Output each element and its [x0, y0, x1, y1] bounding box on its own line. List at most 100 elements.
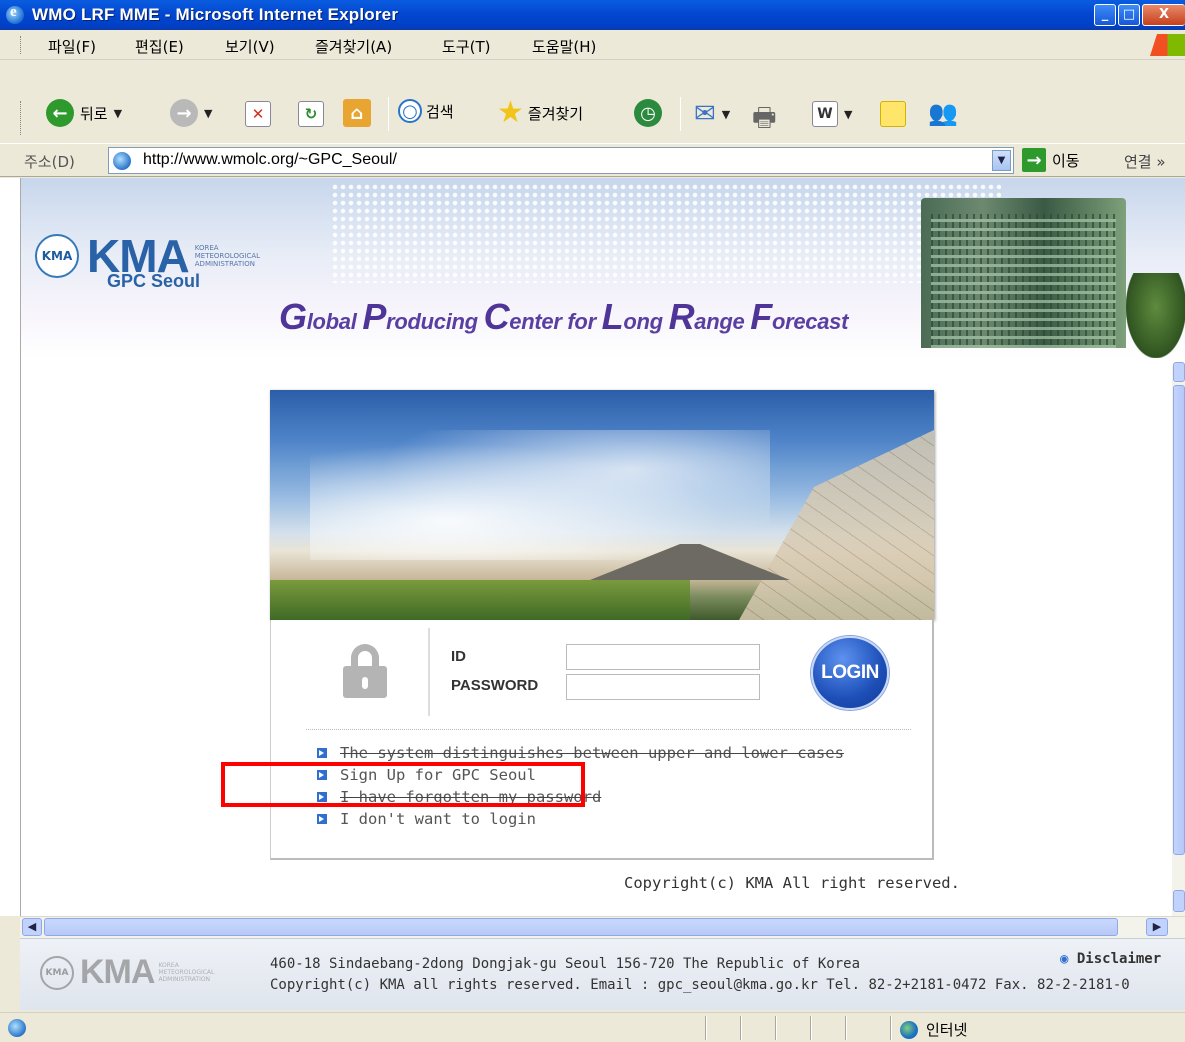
site-banner: KMA KMA KOREA METEOROLOGICAL ADMINISTRAT… [20, 178, 1185, 358]
window-title: WMO LRF MME - Microsoft Internet Explore… [32, 5, 399, 24]
page-status-icon [8, 1019, 26, 1037]
go-label: 이동 [1052, 151, 1080, 170]
toolbar-grip [20, 101, 23, 135]
password-label: PASSWORD [451, 677, 539, 694]
scroll-down-button[interactable] [1173, 890, 1185, 912]
world-map-dots [331, 183, 1001, 283]
menu-file[interactable]: 파일(F) [48, 36, 96, 57]
menu-view[interactable]: 보기(V) [225, 36, 275, 57]
signup-link[interactable]: Sign Up for GPC Seoul [317, 766, 536, 784]
status-separator [890, 1016, 892, 1040]
ie-icon [6, 4, 24, 24]
forgot-password-link[interactable]: I have forgotten my password [317, 788, 601, 806]
chevron-down-icon[interactable]: ▼ [204, 107, 212, 120]
scroll-left-button[interactable]: ◀ [22, 918, 42, 936]
page-copyright: Copyright(c) KMA All right reserved. [624, 874, 960, 892]
back-label: 뒤로 [80, 104, 108, 123]
security-zone: 인터넷 [900, 1019, 967, 1040]
go-arrow-icon: → [1022, 148, 1046, 172]
stop-button[interactable]: ✕ [245, 101, 271, 127]
password-input[interactable] [566, 674, 760, 700]
print-button[interactable]: 🖶 [752, 99, 777, 143]
menu-help[interactable]: 도움말(H) [532, 36, 596, 57]
footer-address: 460-18 Sindaebang-2dong Dongjak-gu Seoul… [270, 956, 861, 972]
scroll-up-button[interactable] [1173, 362, 1185, 382]
menu-bar: 파일(F) 편집(E) 보기(V) 즐겨찾기(A) 도구(T) 도움말(H) [0, 30, 1185, 60]
arrow-bullet-icon [317, 770, 327, 780]
close-button[interactable]: X [1142, 4, 1185, 26]
dotted-divider [306, 729, 911, 730]
notice-case-sensitive: The system distinguishes between upper a… [317, 744, 844, 762]
address-label: 주소(D) [24, 153, 75, 171]
messenger-icon: 👥 [928, 99, 958, 127]
edit-button[interactable]: W ▼ [812, 101, 852, 127]
site-footer: KMA KMA KOREA METEOROLOGICAL ADMINISTRAT… [20, 938, 1185, 1010]
messenger-note-button[interactable] [880, 101, 906, 127]
history-icon: ◷ [634, 99, 662, 127]
status-separator [705, 1016, 707, 1040]
favorites-label: 즐겨찾기 [527, 104, 584, 123]
chevron-down-icon[interactable]: ▼ [722, 108, 730, 121]
lock-icon [343, 644, 387, 698]
arrow-bullet-icon [317, 814, 327, 824]
horizontal-scroll-thumb[interactable] [44, 918, 1118, 936]
login-divider [428, 628, 430, 716]
menu-edit[interactable]: 편집(E) [135, 36, 184, 57]
menu-tools[interactable]: 도구(T) [442, 36, 490, 57]
chevron-down-icon[interactable]: ▼ [992, 150, 1011, 171]
id-input[interactable] [566, 644, 760, 670]
toolbar-separator [680, 97, 681, 131]
star-icon: ★ [497, 95, 524, 130]
back-button[interactable]: ← 뒤로 ▼ [46, 99, 122, 127]
address-field[interactable]: http://www.wmolc.org/~GPC_Seoul/ ▼ [108, 147, 1014, 174]
links-button[interactable]: 연결 » [1124, 151, 1166, 172]
go-button[interactable]: → 이동 [1022, 148, 1080, 172]
hero-image [270, 390, 934, 620]
disclaimer-link[interactable]: ◉ Disclaimer [1060, 951, 1161, 967]
toolbar-grip [20, 36, 23, 54]
status-separator [775, 1016, 777, 1040]
search-button[interactable]: ○ 검색 [398, 99, 454, 123]
stop-icon: ✕ [245, 101, 271, 127]
kma-emblem-icon: KMA [40, 955, 74, 990]
home-button[interactable]: ⌂ [343, 99, 371, 127]
scroll-right-button[interactable]: ▶ [1146, 918, 1168, 936]
login-panel: ID PASSWORD LOGIN The system distinguish… [270, 620, 934, 860]
refresh-button[interactable]: ↻ [298, 101, 324, 127]
search-icon: ○ [398, 99, 422, 123]
vertical-scroll-thumb[interactable] [1173, 385, 1185, 855]
footer-logo-text: KMA [80, 953, 155, 991]
history-button[interactable]: ◷ [634, 99, 662, 127]
skip-login-link[interactable]: I don't want to login [317, 810, 536, 828]
cloud-image [310, 430, 770, 560]
toolbar-separator [388, 97, 389, 131]
mail-button[interactable]: ✉ ▼ [694, 99, 730, 129]
footer-logo: KMA KMA KOREA METEOROLOGICAL ADMINISTRAT… [40, 953, 218, 992]
address-bar: 주소(D) http://www.wmolc.org/~GPC_Seoul/ ▼… [0, 143, 1185, 177]
minimize-button[interactable]: _ [1094, 4, 1116, 26]
back-arrow-icon: ← [46, 99, 74, 127]
maximize-button[interactable]: □ [1118, 4, 1140, 26]
status-bar: 인터넷 [0, 1012, 1185, 1042]
search-label: 검색 [426, 102, 454, 121]
home-icon: ⌂ [343, 99, 371, 127]
printer-icon: 🖶 [752, 103, 777, 133]
word-icon: W [812, 101, 838, 127]
forward-button[interactable]: → ▼ [170, 99, 212, 127]
menu-favorites[interactable]: 즐겨찾기(A) [315, 36, 392, 57]
gpc-seoul-label: GPC Seoul [107, 271, 201, 291]
messenger-button[interactable]: 👥 [928, 99, 958, 127]
arrow-bullet-icon [317, 792, 327, 802]
login-button[interactable]: LOGIN [811, 636, 889, 710]
favorites-button[interactable]: ★ 즐겨찾기 [497, 95, 584, 130]
note-icon [880, 101, 906, 127]
mail-icon: ✉ [694, 99, 716, 129]
chevron-down-icon[interactable]: ▼ [114, 107, 122, 120]
browser-window: WMO LRF MME - Microsoft Internet Explore… [0, 0, 1185, 1042]
address-url[interactable]: http://www.wmolc.org/~GPC_Seoul/ [143, 151, 397, 169]
building-image [921, 198, 1126, 348]
footer-copyright: Copyright(c) KMA all rights reserved. Em… [270, 977, 1130, 993]
status-separator [845, 1016, 847, 1040]
footer-logo-subtext: KOREA METEOROLOGICAL ADMINISTRATION [158, 962, 215, 983]
chevron-down-icon[interactable]: ▼ [844, 108, 852, 121]
